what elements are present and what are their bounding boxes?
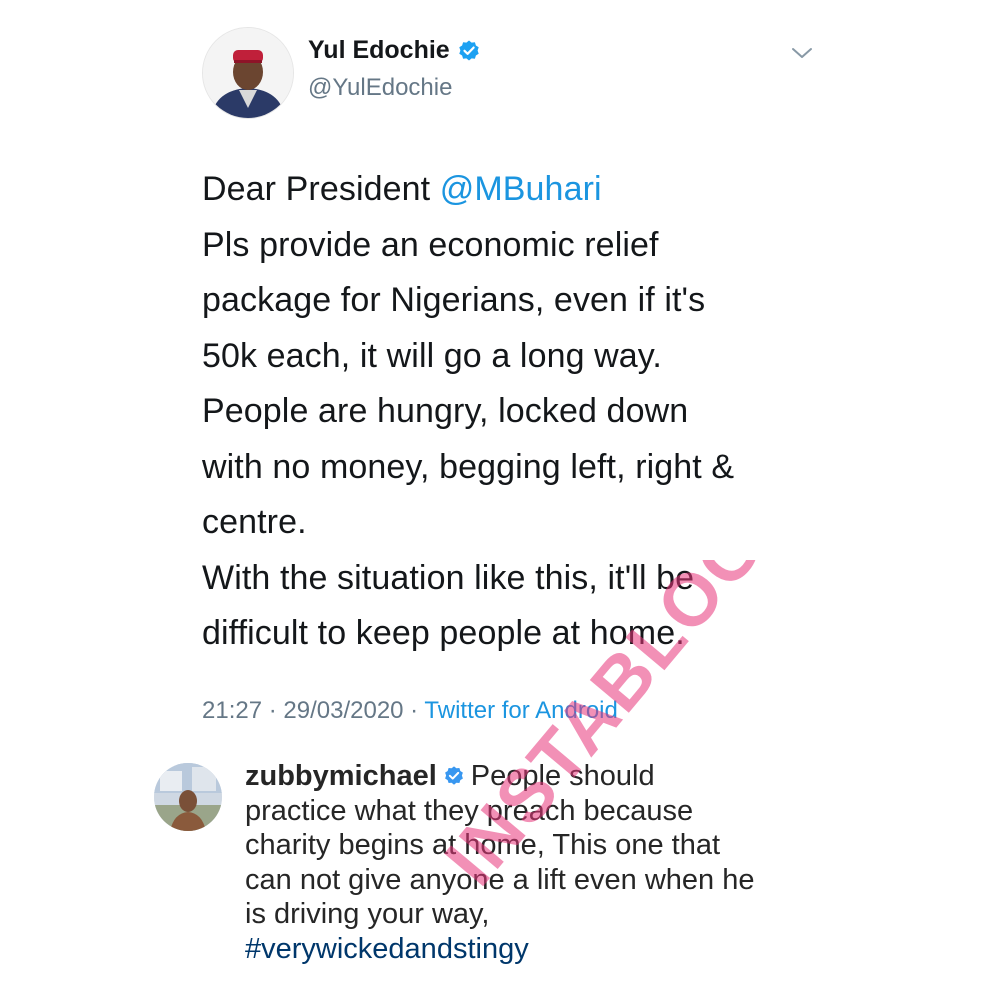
tweet-line-text: Dear President	[202, 170, 440, 208]
comment-text: zubbymichael People should practice what …	[245, 759, 845, 966]
display-name-text: Yul Edochie	[308, 36, 450, 64]
tweet-author-avatar[interactable]	[202, 27, 294, 119]
tweet-line: Pls provide an economic relief	[202, 225, 659, 264]
comment-line: practice what they preach because	[245, 794, 694, 827]
tweet-line: Dear President @MBuhari	[202, 162, 842, 218]
tweet-line: People are hungry, locked down	[202, 392, 689, 430]
hashtag-link[interactable]: #verywickedandstingy	[245, 932, 845, 967]
tweet-line: centre.	[202, 503, 307, 541]
tweet-text: Dear President @MBuhari Pls provide an e…	[202, 162, 842, 662]
comment-line: charity begins at home, This one that	[245, 829, 721, 861]
verified-badge-icon	[444, 766, 463, 785]
tweet-author-name[interactable]: Yul Edochie	[308, 36, 481, 65]
tweet-author-handle[interactable]: @YulEdochie	[308, 74, 452, 102]
comment-line: zubbymichael People should	[245, 759, 845, 794]
tweet-metadata: 21:27 · 29/03/2020 · Twitter for Android	[202, 697, 618, 725]
tweet-line: package for Nigerians, even if it's	[202, 281, 706, 319]
comment-line: is driving your way,	[245, 898, 490, 930]
tweet-line: With the situation like this, it'll be	[202, 558, 695, 597]
chevron-down-icon[interactable]	[789, 44, 815, 62]
meta-separator: ·	[403, 697, 425, 724]
comment-username[interactable]: zubbymichael	[245, 760, 437, 792]
tweet-line: with no money, begging left, right &	[202, 447, 735, 486]
tweet-source-link[interactable]: Twitter for Android	[424, 697, 617, 724]
tweet-line: difficult to keep people at home.	[202, 614, 685, 652]
tweet-date[interactable]: 29/03/2020	[283, 697, 403, 724]
mention-link[interactable]: @MBuhari	[440, 170, 602, 208]
comment-line-text: People should	[470, 760, 655, 792]
commenter-avatar-image	[154, 763, 222, 831]
tweet-line: 50k each, it will go a long way.	[202, 336, 662, 375]
avatar-image	[203, 28, 293, 118]
verified-badge-icon	[459, 40, 479, 60]
meta-separator: ·	[262, 697, 284, 724]
tweet-time[interactable]: 21:27	[202, 697, 262, 724]
comment-line: can not give anyone a lift even when he	[245, 863, 755, 896]
commenter-avatar[interactable]	[154, 763, 222, 831]
